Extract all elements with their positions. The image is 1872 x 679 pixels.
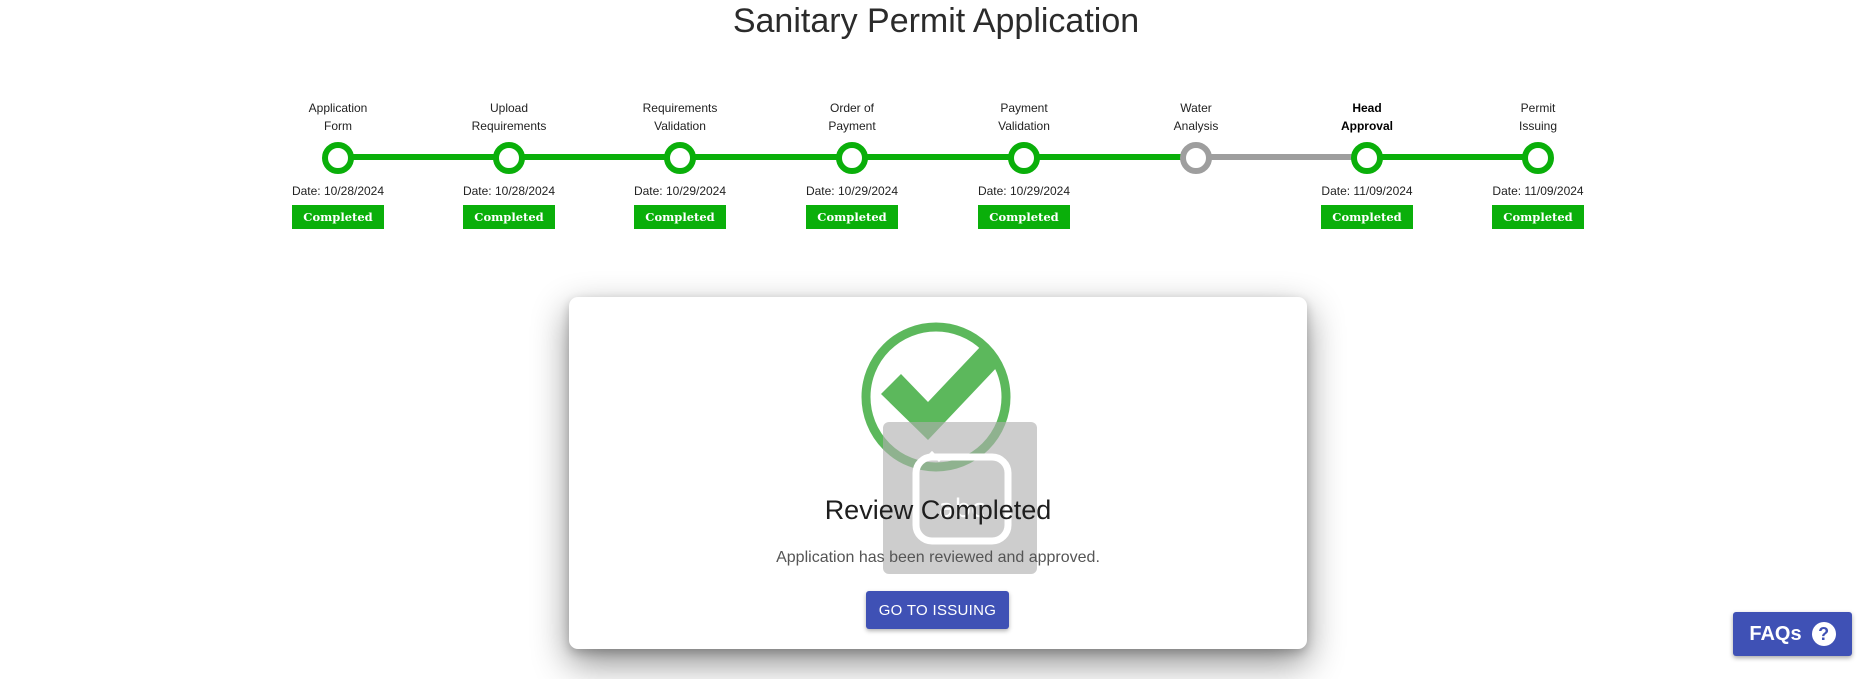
review-completed-card: abc Review Completed Application has bee… [569,297,1307,649]
step-node [1008,142,1040,174]
step-date: Date: 11/09/2024 [1492,184,1584,198]
faqs-button[interactable]: FAQs ? [1733,612,1852,656]
step-date: Date: 11/09/2024 [1321,184,1413,198]
stepper-connector [1196,154,1367,160]
step-date: Date: 10/28/2024 [462,184,556,198]
status-badge: Completed [463,205,555,229]
step-label: Permit Issuing [1518,101,1558,133]
step-node [1522,142,1554,174]
status-badge: Completed [978,205,1070,229]
step-date: Date: 10/29/2024 [805,184,899,198]
step-label: Head Approval [1340,101,1393,133]
step-label: Order of Payment [828,101,876,133]
step-node [493,142,525,174]
step-node [1180,142,1212,174]
go-to-issuing-button[interactable]: GO TO ISSUING [866,591,1009,629]
status-badge: Completed [806,205,898,229]
step-node [664,142,696,174]
card-title: Review Completed [824,495,1052,525]
status-badge: Completed [1321,205,1413,229]
step-node [1351,142,1383,174]
step-label: Application Form [308,101,368,133]
step-label: Water Analysis [1173,101,1219,133]
step-label: Requirements Validation [642,101,718,133]
faqs-label: FAQs [1749,622,1802,645]
step-label: Payment Validation [998,101,1050,133]
stepper-connector [1367,154,1538,160]
card-message: Application has been reviewed and approv… [776,549,1100,566]
progress-stepper: Application Form Date: 10/28/2024 Complet… [0,0,1872,240]
help-circle-icon: ? [1811,622,1836,646]
step-label: Upload Requirements [471,101,547,133]
stepper-connector [338,154,1196,160]
step-date: Date: 10/29/2024 [977,184,1071,198]
step-node [322,142,354,174]
step-node [836,142,868,174]
step-date: Date: 10/28/2024 [291,184,385,198]
step-date: Date: 10/29/2024 [633,184,727,198]
status-badge: Completed [1492,205,1584,229]
status-badge: Completed [634,205,726,229]
status-badge: Completed [292,205,384,229]
